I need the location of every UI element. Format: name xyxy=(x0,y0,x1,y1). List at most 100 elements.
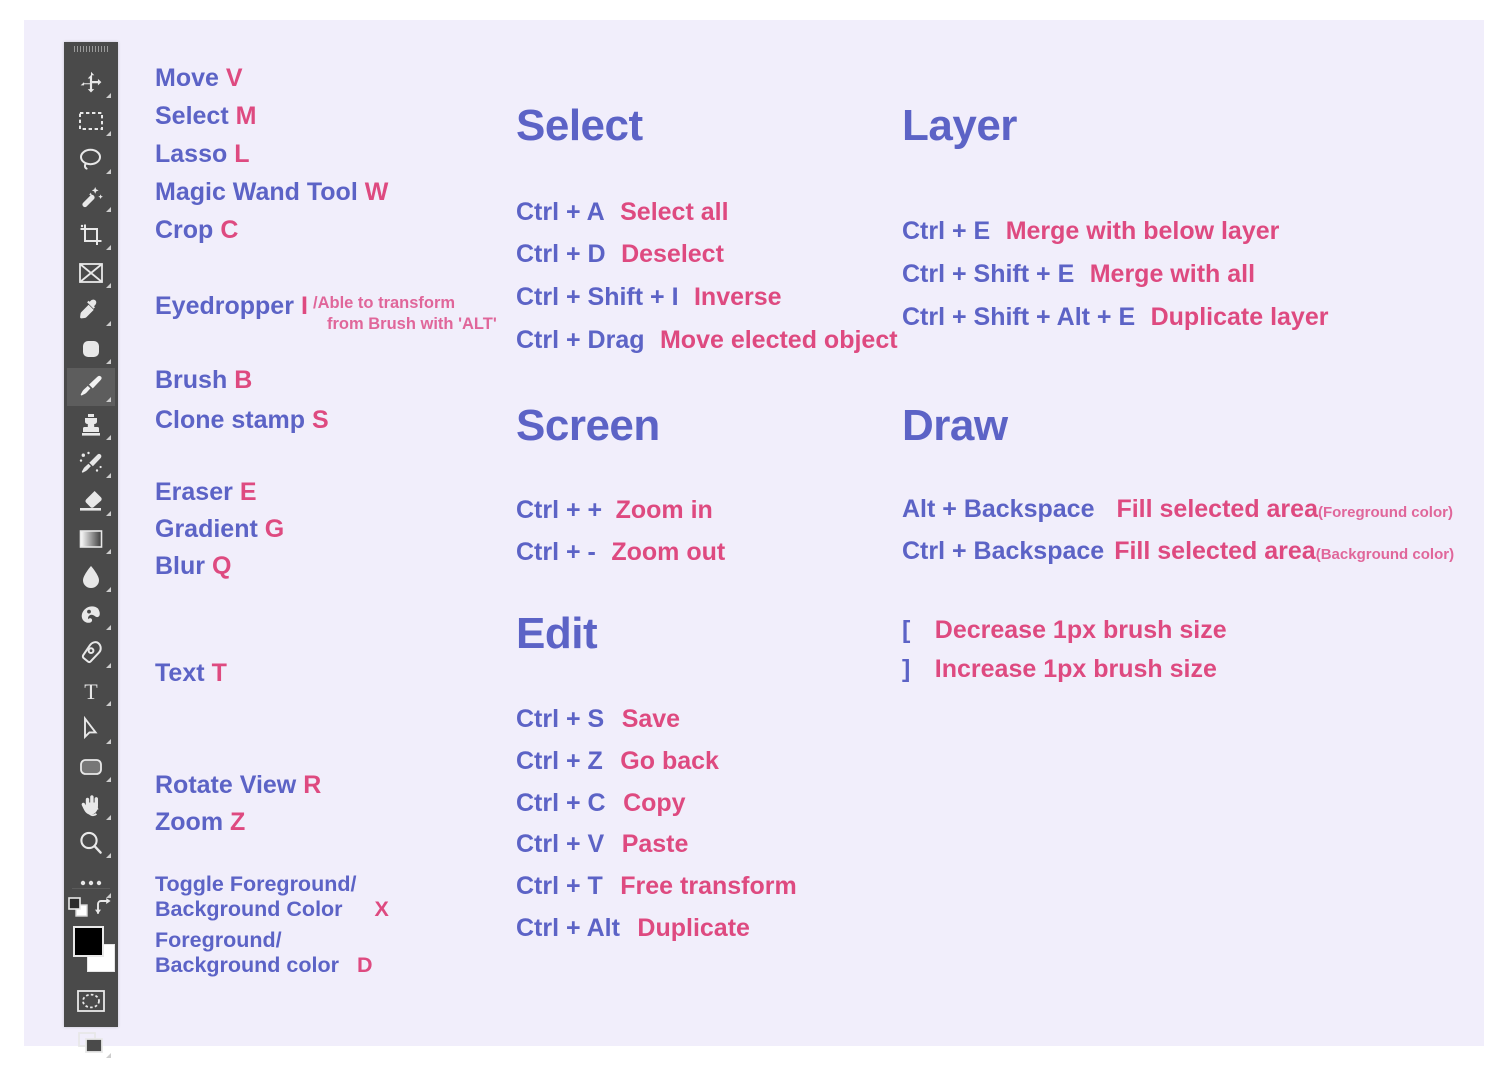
shortcut-row-merge-all: Ctrl + Shift + E Merge with all xyxy=(902,262,1255,287)
tool-expand-triangle-icon xyxy=(106,701,111,706)
tool-label-line1: Foreground/ xyxy=(155,928,282,952)
tool-dodge-icon[interactable] xyxy=(67,596,115,634)
tool-blur-drop-icon[interactable] xyxy=(67,558,115,596)
tool-hand-rotate-icon[interactable] xyxy=(67,786,115,824)
action-label: Merge with all xyxy=(1089,260,1256,288)
tool-shortcut: X xyxy=(374,897,389,922)
tool-type-icon[interactable]: T xyxy=(67,672,115,710)
key-combo: Ctrl + Drag xyxy=(516,326,645,354)
tool-label: Rotate View xyxy=(155,771,297,799)
tool-spot-healing-icon[interactable] xyxy=(67,330,115,368)
tool-expand-triangle-icon xyxy=(106,283,111,288)
section-title-edit: Edit xyxy=(516,609,598,658)
tool-move-icon[interactable] xyxy=(67,64,115,102)
tool-expand-triangle-icon xyxy=(106,777,111,782)
tool-clone-stamp-icon[interactable] xyxy=(67,406,115,444)
color-swatches[interactable] xyxy=(73,926,115,972)
action-label: Copy xyxy=(623,789,686,817)
tool-rectangular-marquee-icon[interactable] xyxy=(67,102,115,140)
tool-row-select: Select M xyxy=(155,104,257,129)
action-label: Inverse xyxy=(693,283,782,311)
shortcut-row-duplicate: Ctrl + Alt Duplicate xyxy=(516,916,750,941)
shortcut-row-decrease-brush: [ Decrease 1px brush size xyxy=(902,618,1227,643)
tool-shortcut: Z xyxy=(230,808,246,836)
tool-brush-icon[interactable] xyxy=(67,368,115,406)
tool-label-line1: Toggle Foreground/ xyxy=(155,872,357,896)
key-combo: Ctrl + Shift + I xyxy=(516,283,679,311)
tool-crop-icon[interactable] xyxy=(67,216,115,254)
key-combo: Ctrl + Z xyxy=(516,747,603,775)
action-label: Go back xyxy=(620,747,719,775)
tool-shortcut: V xyxy=(225,64,243,92)
section-title-screen: Screen xyxy=(516,401,660,450)
shortcut-row-fill-background: Ctrl + Backspace Fill selected area (Bac… xyxy=(902,539,1454,564)
action-label: Increase 1px brush size xyxy=(934,655,1217,683)
tool-quick-mask-icon[interactable] xyxy=(67,982,115,1020)
tool-swap-colors-icon[interactable] xyxy=(90,894,118,920)
tool-gradient-icon[interactable] xyxy=(67,520,115,558)
tool-shortcut: S xyxy=(312,406,329,434)
shortcut-row-free-transform: Ctrl + T Free transform xyxy=(516,874,797,899)
tool-rounded-rectangle-icon[interactable] xyxy=(67,748,115,786)
tool-expand-triangle-icon xyxy=(106,511,111,516)
tool-expand-triangle-icon xyxy=(106,93,111,98)
eyedropper-note: /Able to transform from Brush with 'ALT' xyxy=(313,293,497,335)
tool-screen-mode-icon[interactable] xyxy=(67,1024,115,1062)
action-label: Fill selected area xyxy=(1116,495,1318,523)
tool-expand-triangle-icon xyxy=(106,359,111,364)
action-label: Paste xyxy=(621,830,689,858)
action-label: Zoom out xyxy=(611,538,726,566)
shortcut-row-zoom-in: Ctrl + + Zoom in xyxy=(516,498,713,523)
action-label: Zoom in xyxy=(615,496,713,524)
tool-expand-triangle-icon xyxy=(106,207,111,212)
tool-path-selection-icon[interactable] xyxy=(67,710,115,748)
action-sub-label: (Background color) xyxy=(1315,546,1455,563)
tool-row-gradient: Gradient G xyxy=(155,517,284,542)
tool-magic-wand-icon[interactable] xyxy=(67,178,115,216)
tool-label: Brush xyxy=(155,366,228,394)
tool-expand-triangle-icon xyxy=(106,473,111,478)
eyedropper-note-line1: /Able to transform xyxy=(313,294,456,312)
shortcut-row-select-all: Ctrl + A Select all xyxy=(516,200,729,225)
tool-label: Eraser xyxy=(155,478,233,506)
action-label: Move elected object xyxy=(659,326,898,354)
tool-expand-triangle-icon xyxy=(106,321,111,326)
tool-row-eraser: Eraser E xyxy=(155,480,257,505)
tool-eyedropper-icon[interactable] xyxy=(67,292,115,330)
shortcut-row-save: Ctrl + S Save xyxy=(516,707,680,732)
key-combo: Ctrl + E xyxy=(902,217,991,245)
tool-expand-triangle-icon xyxy=(106,435,111,440)
tool-default-colors-icon[interactable] xyxy=(64,894,92,920)
photoshop-toolbar[interactable]: T xyxy=(64,42,118,1058)
key-combo: Ctrl + V xyxy=(516,830,605,858)
tool-row-crop: Crop C xyxy=(155,218,238,243)
action-label: Decrease 1px brush size xyxy=(934,616,1227,644)
tool-label: Zoom xyxy=(155,808,224,836)
tool-frame-icon[interactable] xyxy=(67,254,115,292)
key-combo: Ctrl + Shift + E xyxy=(902,260,1075,288)
tool-shortcut: T xyxy=(211,659,227,687)
tool-label: Magic Wand Tool xyxy=(155,178,358,206)
shortcut-row-go-back: Ctrl + Z Go back xyxy=(516,749,719,774)
foreground-color-swatch[interactable] xyxy=(73,926,104,957)
tool-lasso-icon[interactable] xyxy=(67,140,115,178)
tool-label: Eyedropper xyxy=(155,292,294,320)
tool-shortcut: E xyxy=(239,478,257,506)
key-combo: Ctrl + D xyxy=(516,240,606,268)
tool-expand-triangle-icon xyxy=(106,169,111,174)
tool-shortcut: B xyxy=(234,366,253,394)
tool-label: Select xyxy=(155,102,229,130)
cheatsheet-page: T Move V Select M Lasso L Magic Wand Too… xyxy=(0,0,1500,1066)
tool-eraser-icon[interactable] xyxy=(67,482,115,520)
action-label: Fill selected area xyxy=(1114,537,1316,565)
tool-expand-triangle-icon xyxy=(106,397,111,402)
key-combo: Ctrl + T xyxy=(516,872,603,900)
key-combo: Alt + Backspace xyxy=(902,495,1095,523)
tool-row-toggle-fg-bg: Toggle Foreground/ Background Color X xyxy=(155,872,389,922)
tool-zoom-magnifier-icon[interactable] xyxy=(67,824,115,862)
toolbar-grip[interactable] xyxy=(74,46,108,52)
tool-pen-icon[interactable] xyxy=(67,634,115,672)
tool-row-lasso: Lasso L xyxy=(155,142,250,167)
action-sub-label: (Foreground color) xyxy=(1317,504,1453,521)
tool-history-brush-icon[interactable] xyxy=(67,444,115,482)
